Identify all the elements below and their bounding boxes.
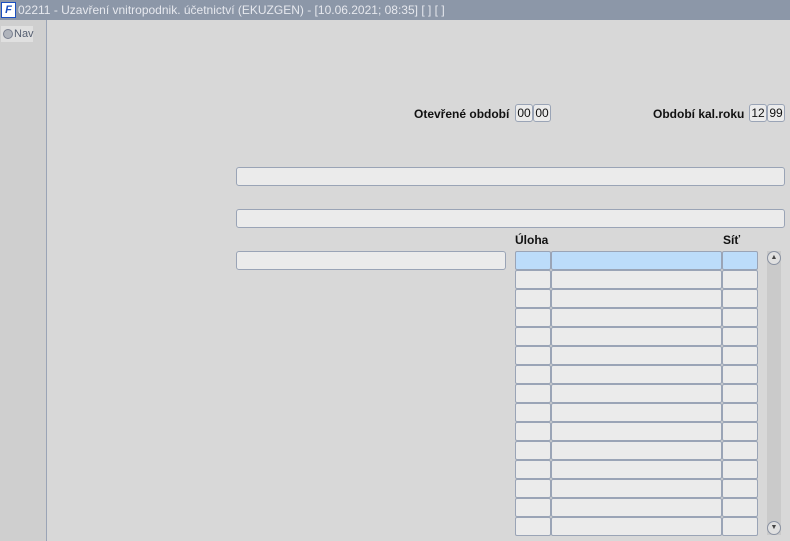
task-cell[interactable]: [515, 308, 551, 327]
col-task-header: Úloha: [515, 233, 549, 247]
net-cell[interactable]: [722, 308, 758, 327]
desc-cell[interactable]: [551, 403, 722, 422]
net-cell[interactable]: [722, 384, 758, 403]
task-cell[interactable]: [515, 346, 551, 365]
net-cell[interactable]: [722, 289, 758, 308]
desc-cell[interactable]: [551, 517, 722, 536]
task-cell[interactable]: [515, 403, 551, 422]
net-cell[interactable]: [722, 498, 758, 517]
open-period-to[interactable]: 00: [533, 104, 551, 122]
net-cell[interactable]: [722, 479, 758, 498]
text-field-1[interactable]: [236, 167, 785, 186]
nav-label: Nav: [14, 28, 34, 40]
cal-period-to[interactable]: 99: [767, 104, 785, 122]
window-title: 02211 - Uzavření vnitropodnik. účetnictv…: [18, 3, 445, 17]
text-field-3[interactable]: [236, 251, 506, 270]
desc-cell[interactable]: [551, 346, 722, 365]
net-cell[interactable]: [722, 517, 758, 536]
cal-period-from[interactable]: 12: [749, 104, 767, 122]
desc-cell[interactable]: [551, 327, 722, 346]
task-cell[interactable]: [515, 289, 551, 308]
task-cell[interactable]: [515, 422, 551, 441]
desc-cell[interactable]: [551, 308, 722, 327]
desc-cell[interactable]: [551, 498, 722, 517]
desc-cell[interactable]: [551, 289, 722, 308]
net-cell[interactable]: [722, 403, 758, 422]
open-period-from[interactable]: 00: [515, 104, 533, 122]
net-cell[interactable]: [722, 422, 758, 441]
desc-cell[interactable]: [551, 365, 722, 384]
task-cell[interactable]: [515, 327, 551, 346]
scrollbar[interactable]: ▲ ▼: [767, 251, 781, 535]
task-cell[interactable]: [515, 441, 551, 460]
open-period-label: Otevřené období: [414, 107, 510, 121]
task-cell[interactable]: [515, 479, 551, 498]
desc-cell[interactable]: [551, 441, 722, 460]
net-cell[interactable]: [722, 270, 758, 289]
app-logo-icon: F: [1, 2, 16, 18]
task-cell[interactable]: [515, 517, 551, 536]
nav-button[interactable]: Nav: [1, 26, 34, 42]
desc-cell[interactable]: [551, 460, 722, 479]
task-cell[interactable]: [515, 460, 551, 479]
task-cell[interactable]: [515, 365, 551, 384]
sidebar: Nav: [0, 20, 47, 541]
col-net-header: Síť: [723, 233, 741, 247]
net-cell[interactable]: [722, 346, 758, 365]
desc-cell[interactable]: [551, 270, 722, 289]
net-cell[interactable]: [722, 327, 758, 346]
task-cell[interactable]: [515, 251, 551, 270]
net-cell[interactable]: [722, 460, 758, 479]
desc-cell[interactable]: [551, 479, 722, 498]
text-field-2[interactable]: [236, 209, 785, 228]
radio-icon: [3, 29, 13, 39]
title-bar: F 02211 - Uzavření vnitropodnik. účetnic…: [0, 0, 790, 20]
net-cell[interactable]: [722, 441, 758, 460]
scroll-down-icon[interactable]: ▼: [767, 521, 781, 535]
cal-period-label: Období kal.roku: [653, 107, 745, 121]
desc-cell[interactable]: [551, 384, 722, 403]
task-cell[interactable]: [515, 384, 551, 403]
desc-cell[interactable]: [551, 422, 722, 441]
task-cell[interactable]: [515, 498, 551, 517]
desc-cell[interactable]: [551, 251, 722, 270]
net-cell[interactable]: [722, 251, 758, 270]
task-cell[interactable]: [515, 270, 551, 289]
scroll-up-icon[interactable]: ▲: [767, 251, 781, 265]
net-cell[interactable]: [722, 365, 758, 384]
